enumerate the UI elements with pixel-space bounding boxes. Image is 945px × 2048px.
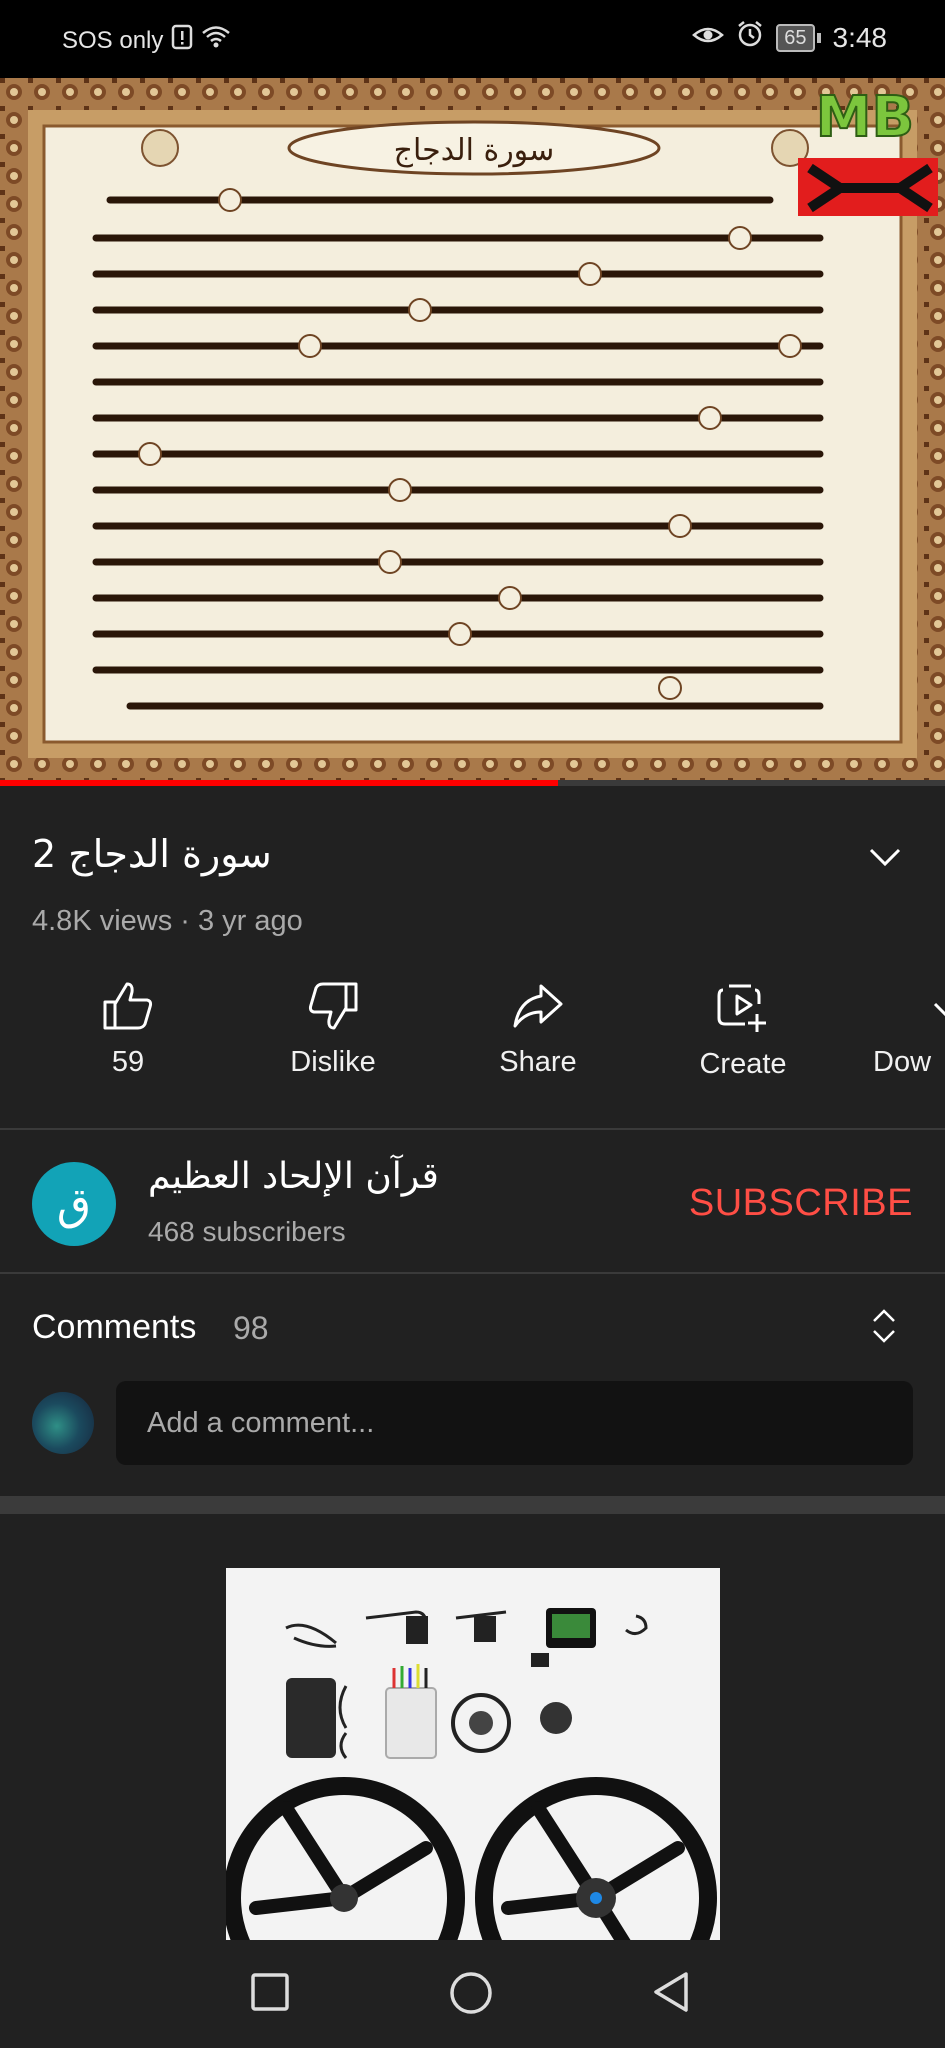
status-bar: SOS only 65 3:48 <box>0 0 945 78</box>
channel-avatar[interactable]: ق <box>32 1162 116 1246</box>
dislike-button[interactable]: Dislike <box>258 980 408 1079</box>
battery-icon: 65 <box>776 23 821 52</box>
video-progress-bar[interactable] <box>0 780 945 786</box>
thumbs-down-icon <box>308 982 358 1030</box>
user-avatar <box>32 1392 94 1454</box>
action-row: 59 Dislike Share Create Dow <box>0 980 945 1108</box>
create-icon <box>717 984 766 1032</box>
comment-input[interactable]: Add a comment... <box>116 1381 913 1465</box>
home-icon[interactable] <box>448 1970 494 2016</box>
video-progress-fill <box>0 780 558 786</box>
share-button[interactable]: Share <box>463 980 613 1079</box>
dislike-label: Dislike <box>290 1046 376 1078</box>
create-label: Create <box>699 1048 787 1080</box>
section-separator <box>0 1496 945 1514</box>
sim-alert-icon <box>171 24 193 57</box>
carrier-text: SOS only <box>62 26 164 54</box>
subscribe-button[interactable]: SUBSCRIBE <box>689 1182 913 1225</box>
thumbnail-title: سورة الدجاج <box>394 133 555 168</box>
status-right: 65 3:48 <box>692 20 887 55</box>
alarm-icon <box>736 20 764 55</box>
wifi-icon <box>201 25 231 56</box>
expand-comments-icon[interactable] <box>871 1306 897 1351</box>
download-icon <box>933 1002 945 1017</box>
video-frame: سورة الدجاج MB <box>0 78 945 784</box>
ad-image[interactable] <box>226 1568 720 1940</box>
svg-text:MB: MB <box>816 85 914 150</box>
subscriber-count: 468 subscribers <box>148 1216 346 1247</box>
comments-count: 98 <box>233 1310 269 1346</box>
clock-time: 3:48 <box>832 21 888 53</box>
recents-icon[interactable] <box>248 1970 292 2014</box>
share-icon <box>513 984 563 1028</box>
eye-icon <box>692 22 725 54</box>
download-button[interactable]: Dow <box>873 980 945 1079</box>
comments-heading[interactable]: Comments <box>32 1308 196 1347</box>
comment-placeholder: Add a comment... <box>147 1407 375 1439</box>
thumbs-up-icon <box>103 982 153 1030</box>
share-label: Share <box>499 1046 577 1078</box>
video-player[interactable]: سورة الدجاج MB <box>0 78 945 784</box>
like-count: 59 <box>111 1046 145 1078</box>
divider <box>0 1272 945 1274</box>
ebike-kit-illustration <box>226 1568 720 1940</box>
system-nav-bar <box>0 1940 945 2048</box>
like-button[interactable]: 59 <box>53 980 203 1079</box>
back-icon[interactable] <box>650 1970 694 2014</box>
video-title[interactable]: سورة الدجاج 2 <box>32 832 272 876</box>
video-meta: 4.8K views · 3 yr ago <box>32 905 303 937</box>
status-left: SOS only <box>62 24 231 57</box>
expand-chevron-icon[interactable] <box>865 838 905 878</box>
battery-level: 65 <box>776 23 815 52</box>
divider <box>0 1128 945 1130</box>
channel-name[interactable]: قرآن الإلحاد العظيم <box>148 1156 439 1197</box>
create-button[interactable]: Create <box>668 980 818 1081</box>
download-label: Dow <box>873 1046 932 1078</box>
